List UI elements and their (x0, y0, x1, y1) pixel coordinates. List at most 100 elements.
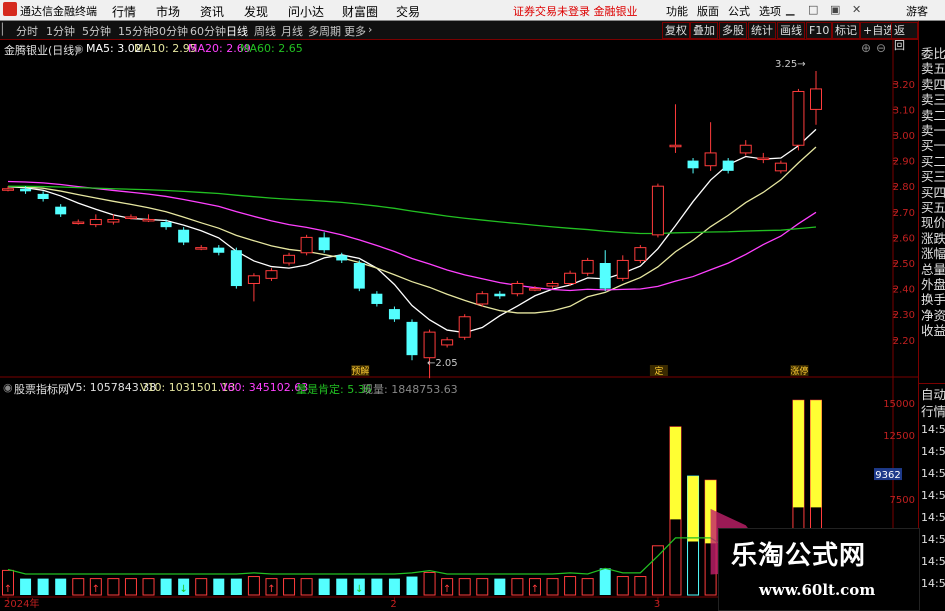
app-title: 通达信金融终端 (20, 5, 97, 18)
trade-time: 14:50 (921, 489, 945, 502)
price-tick-label: 2.60 (893, 233, 915, 244)
user-guest[interactable]: 游客 (906, 3, 928, 19)
settings-dot-icon[interactable]: ◉ (3, 381, 13, 394)
event-tag: 定 (654, 365, 663, 377)
kline-chart[interactable]: 3.20 3.10 3.00 2.90 2.80 2.70 2.60 2.50 2.40 2.30… (0, 40, 918, 609)
candle-body (774, 162, 787, 172)
indicator-name: 股票指标网 (14, 383, 69, 396)
period-toolbar: ▏ 分时 1分钟 5分钟 15分钟 30分钟 60分钟 日线 周线 月线 多周期… (0, 21, 918, 52)
btn-huaxian[interactable]: 画线 (777, 22, 805, 39)
volume-bar (72, 578, 85, 596)
date-label: 2024年 (4, 597, 39, 609)
btn-diejia[interactable]: 叠加 (690, 22, 718, 39)
candle-body (458, 316, 471, 338)
close-icon[interactable]: ✕ (852, 3, 861, 16)
maximize-icon[interactable]: □ (808, 3, 818, 16)
volume-arrow: ↓ (355, 584, 363, 595)
candle-body (616, 259, 629, 279)
candle-body (388, 309, 400, 320)
menu-banmian[interactable]: 版面 (697, 3, 719, 19)
volume-bar (37, 578, 49, 595)
volume-bar (476, 578, 489, 596)
chevron-right-icon[interactable]: › (368, 23, 372, 36)
menu-gongneng[interactable]: 功能 (666, 3, 688, 19)
volume-bar (634, 576, 647, 596)
btn-tongji[interactable]: 统计 (748, 22, 776, 39)
btn-biaoji[interactable]: 标记 (832, 22, 860, 39)
period-fenshi[interactable]: 分时 (16, 23, 38, 39)
volume-bar (213, 578, 225, 595)
menu-shichang[interactable]: 市场 (156, 3, 180, 20)
volume-bar (160, 578, 172, 595)
volume-bar (318, 578, 330, 595)
candle-body (213, 247, 225, 253)
zoom-out-icon[interactable]: ⊖ (876, 41, 886, 55)
candle-body (247, 275, 260, 284)
period-30min[interactable]: 30分钟 (152, 23, 188, 39)
candle-body (195, 247, 208, 250)
watermark-banner: 乐淘公式网 www.60lt.com (718, 528, 920, 611)
candle-body (651, 185, 664, 236)
volume-axis-label: 7500 (890, 495, 915, 506)
price-tick-label: 3.00 (893, 131, 915, 142)
quote-label: 卖五 (921, 61, 945, 77)
period-5min[interactable]: 5分钟 (82, 23, 111, 39)
period-daily[interactable]: 日线 (226, 23, 248, 39)
price-tick-label: 2.40 (893, 285, 915, 296)
price-tick-label: 2.80 (893, 182, 915, 193)
candle-body (371, 293, 383, 304)
btn-fanhui[interactable]: 返回 (891, 22, 918, 52)
menu-caifuquan[interactable]: 财富圈 (342, 3, 378, 20)
volume-bar (388, 578, 400, 595)
volume-axis-label: 15000 (883, 399, 915, 410)
btn-duogu[interactable]: 多股 (719, 22, 747, 39)
period-more[interactable]: 更多 (344, 23, 366, 39)
volume-bar (300, 578, 313, 596)
period-1min[interactable]: 1分钟 (46, 23, 75, 39)
moving-average-lines (7, 128, 817, 334)
collapse-icon[interactable]: ▏ (2, 23, 10, 36)
quote-label: 买二 (921, 153, 945, 169)
candle-body (704, 152, 717, 167)
volume-bar (546, 578, 559, 596)
minimize-icon[interactable]: ▁ (786, 3, 794, 16)
price-tick-label: 2.50 (893, 259, 915, 270)
menu-xuanxiang[interactable]: 选项 (759, 3, 781, 19)
period-15min[interactable]: 15分钟 (118, 23, 154, 39)
period-monthly[interactable]: 月线 (281, 23, 303, 39)
restore-icon[interactable]: ▣ (830, 3, 840, 16)
candle-body (89, 218, 102, 226)
zoom-in-icon[interactable]: ⊕ (861, 41, 871, 55)
login-notice[interactable]: 证券交易未登录 金融银业 (513, 3, 638, 19)
menu-gongshi[interactable]: 公式 (728, 3, 750, 19)
menu-jiaoyi[interactable]: 交易 (396, 3, 420, 20)
btn-fuquan[interactable]: 复权 (662, 22, 690, 39)
trade-time: 14:50 (921, 423, 945, 436)
menu-hangqing[interactable]: 行情 (112, 3, 136, 20)
menu-faxian[interactable]: 发现 (244, 3, 268, 20)
candle-body (546, 282, 559, 287)
candle-body (441, 339, 454, 346)
candle-body (353, 263, 365, 289)
low-price-label: ←2.05 (427, 358, 458, 369)
settings-dot-icon[interactable]: ◉ (74, 42, 84, 55)
candle-body (37, 193, 49, 199)
candle-body (528, 288, 541, 291)
candle-body (511, 282, 524, 295)
candle-body (300, 236, 313, 254)
candle-body (72, 221, 85, 225)
volume-marker: 9362 (875, 470, 900, 481)
menu-wenxiaoda[interactable]: 问小达 (288, 3, 324, 20)
watermark-title: 乐淘公式网 (731, 541, 867, 571)
period-multi[interactable]: 多周期 (308, 23, 341, 39)
candle-body (406, 321, 418, 356)
trade-time: 14:50 (921, 467, 945, 480)
period-weekly[interactable]: 周线 (254, 23, 276, 39)
volume-bar (494, 578, 506, 595)
period-60min[interactable]: 60分钟 (190, 23, 226, 39)
candle-body (634, 247, 647, 261)
volume-bar-highlight (810, 400, 822, 508)
volume-bar (616, 576, 629, 596)
btn-f10[interactable]: F10 (806, 22, 833, 39)
menu-zixun[interactable]: 资讯 (200, 3, 224, 20)
